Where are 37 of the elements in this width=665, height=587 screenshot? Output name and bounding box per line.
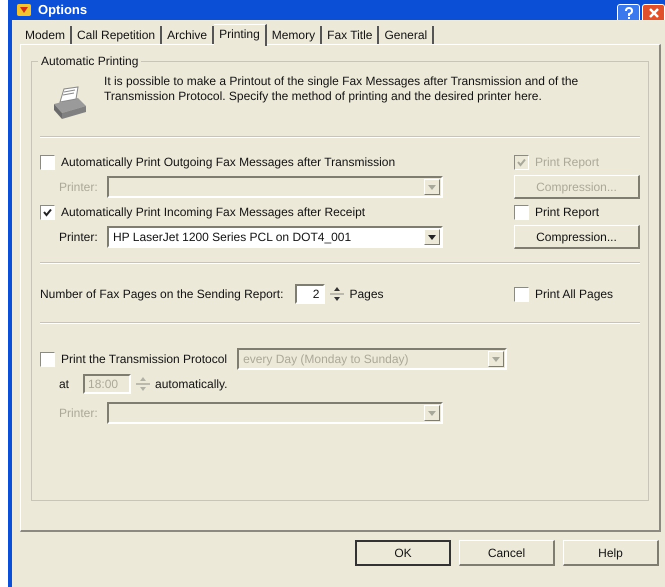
window-title: Options bbox=[38, 2, 88, 18]
checkbox-label: Automatically Print Outgoing Fax Messages after Transmission bbox=[61, 155, 396, 169]
checkbox-label: Print Report bbox=[535, 205, 600, 219]
checkbox[interactable] bbox=[514, 286, 529, 302]
printer-label: Printer: bbox=[59, 180, 99, 194]
description-text: It is possible to make a Printout of the single Fax Messages after Transmission and of the Transmission Protocol. Specify the method of printing and the desired printer here. bbox=[104, 74, 580, 104]
checkbox-label: Automatically Print Incoming Fax Messages after Receipt bbox=[61, 205, 366, 219]
tab[interactable]: Memory bbox=[266, 26, 322, 44]
dialog-button[interactable]: Help bbox=[563, 540, 659, 566]
question-icon bbox=[624, 6, 634, 18]
group-title: Automatic Printing bbox=[38, 54, 142, 68]
tab[interactable]: Call Repetition bbox=[72, 26, 162, 44]
automatically-label: automatically. bbox=[155, 377, 228, 391]
tab[interactable]: Fax Title bbox=[322, 26, 380, 44]
checkbox[interactable] bbox=[40, 204, 55, 220]
checkbox-label: Print the Transmission Protocol bbox=[61, 352, 228, 366]
tab[interactable]: General bbox=[379, 26, 434, 44]
help-button[interactable] bbox=[617, 4, 640, 20]
tab[interactable]: Modem bbox=[20, 26, 72, 44]
checkbox[interactable] bbox=[514, 204, 529, 220]
compression-button[interactable]: Compression... bbox=[514, 225, 640, 249]
pages-label: Number of Fax Pages on the Sending Report: bbox=[40, 287, 284, 301]
printer-dropdown[interactable]: HP LaserJet 1200 Series PCL on DOT4_001 bbox=[107, 226, 443, 248]
app-icon bbox=[16, 2, 32, 18]
pages-field[interactable]: 2 bbox=[295, 284, 326, 304]
tab[interactable]: Printing bbox=[214, 24, 267, 46]
close-button[interactable] bbox=[642, 4, 665, 20]
at-label: at bbox=[59, 377, 70, 391]
pages-unit: Pages bbox=[349, 287, 384, 301]
printer-label: Printer: bbox=[59, 230, 99, 244]
checkbox-label: Print All Pages bbox=[535, 287, 614, 301]
printer-label: Printer: bbox=[59, 406, 99, 420]
close-icon bbox=[648, 8, 658, 18]
checkbox-label: Print Report bbox=[535, 155, 600, 169]
dialog-button[interactable]: Cancel bbox=[459, 540, 555, 566]
checkbox[interactable] bbox=[40, 154, 55, 170]
dialog-button[interactable]: OK bbox=[355, 540, 451, 566]
